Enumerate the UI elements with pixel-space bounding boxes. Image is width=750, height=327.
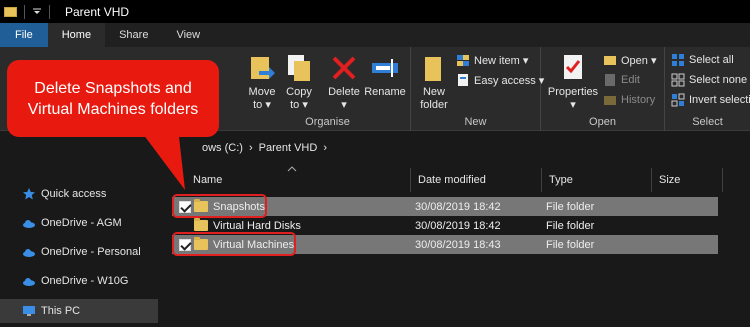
delete-label: Delete ▾ xyxy=(328,86,360,111)
highlight-box xyxy=(172,232,296,256)
properties-button[interactable]: Properties ▾ xyxy=(547,53,599,112)
breadcrumb-drive[interactable]: ows (C:) xyxy=(202,142,243,154)
select-all-label: Select all xyxy=(689,54,734,66)
move-to-icon xyxy=(247,53,277,83)
select-none-button[interactable]: Select none xyxy=(671,73,747,87)
file-list: Name Date modified Type Size Snapshots 3… xyxy=(160,162,750,327)
column-header-size[interactable]: Size xyxy=(652,168,723,192)
edit-icon xyxy=(603,73,617,87)
invert-selection-button[interactable]: Invert selection xyxy=(671,93,750,107)
new-group: New folder New item ▾ Easy access ▾ New xyxy=(411,47,544,131)
invert-selection-icon xyxy=(671,93,685,107)
nav-item-onedrive-w10g[interactable]: OneDrive - W10G xyxy=(0,269,158,293)
copy-to-label: Copy to ▾ xyxy=(286,86,312,111)
cloud-icon xyxy=(22,275,36,287)
nav-item-this-pc[interactable]: This PC xyxy=(0,299,158,323)
breadcrumb-folder[interactable]: Parent VHD xyxy=(259,142,318,154)
select-none-icon xyxy=(671,73,685,87)
open-group-label: Open xyxy=(589,116,616,128)
easy-access-button[interactable]: Easy access ▾ xyxy=(456,73,544,87)
open-icon xyxy=(603,53,617,67)
delete-button[interactable]: Delete ▾ xyxy=(326,53,362,112)
address-bar[interactable]: ows (C:) › Parent VHD › xyxy=(160,134,750,162)
edit-label: Edit xyxy=(621,74,640,86)
open-button[interactable]: Open ▾ xyxy=(603,53,657,67)
new-item-label: New item ▾ xyxy=(474,54,529,67)
nav-item-label: OneDrive - Personal xyxy=(41,246,141,258)
new-item-icon xyxy=(456,53,470,67)
organise-group-label: Organise xyxy=(305,116,350,128)
nav-item-onedrive-personal[interactable]: OneDrive - Personal xyxy=(0,240,158,264)
file-date: 30/08/2019 18:42 xyxy=(415,200,501,213)
rename-button[interactable]: Rename xyxy=(364,53,406,99)
new-group-label: New xyxy=(464,116,487,128)
copy-to-icon xyxy=(284,53,314,83)
new-folder-icon xyxy=(419,53,449,83)
new-item-button[interactable]: New item ▾ xyxy=(456,53,528,67)
easy-access-label: Easy access ▾ xyxy=(474,74,545,87)
select-all-icon xyxy=(671,53,685,67)
column-header-date[interactable]: Date modified xyxy=(411,168,542,192)
move-to-button[interactable]: Move to ▾ xyxy=(245,53,279,112)
move-to-label: Move to ▾ xyxy=(248,86,276,111)
file-name: Virtual Hard Disks xyxy=(213,219,301,232)
nav-item-label: OneDrive - AGM xyxy=(41,217,122,229)
nav-item-label: OneDrive - W10G xyxy=(41,275,129,287)
open-label: Open ▾ xyxy=(621,54,657,67)
history-label: History xyxy=(621,94,656,106)
file-type: File folder xyxy=(546,200,595,213)
column-header-name[interactable]: Name xyxy=(186,168,411,192)
delete-icon xyxy=(329,53,359,83)
history-button[interactable]: History xyxy=(603,93,655,107)
properties-label: Properties ▾ xyxy=(547,86,599,111)
folder-icon xyxy=(194,218,208,231)
computer-icon xyxy=(22,305,36,317)
select-group: Select all Select none Invert selection … xyxy=(665,47,750,131)
callout: Delete Snapshots and Virtual Machines fo… xyxy=(7,60,219,137)
nav-item-label: This PC xyxy=(41,305,81,317)
column-header-type[interactable]: Type xyxy=(542,168,652,192)
cloud-icon xyxy=(22,246,36,258)
easy-access-icon xyxy=(456,73,470,87)
history-icon xyxy=(603,93,617,107)
file-type: File folder xyxy=(546,238,595,251)
copy-to-button[interactable]: Copy to ▾ xyxy=(283,53,315,112)
select-none-label: Select none xyxy=(689,74,748,86)
new-folder-label: New folder xyxy=(420,86,448,111)
open-group: Properties ▾ Open ▾ Edit History Open xyxy=(541,47,665,131)
invert-selection-label: Invert selection xyxy=(689,94,750,106)
breadcrumb-separator[interactable]: › xyxy=(249,142,253,154)
edit-button[interactable]: Edit xyxy=(603,73,640,87)
nav-item-onedrive-agm[interactable]: OneDrive - AGM xyxy=(0,211,158,235)
rename-label: Rename xyxy=(364,86,406,98)
select-all-button[interactable]: Select all xyxy=(671,53,734,67)
properties-icon xyxy=(558,53,588,83)
select-group-label: Select xyxy=(692,116,723,128)
new-folder-button[interactable]: New folder xyxy=(417,53,451,112)
file-date: 30/08/2019 18:42 xyxy=(415,219,501,232)
rename-icon xyxy=(370,53,400,83)
file-type: File folder xyxy=(546,219,595,232)
cloud-icon xyxy=(22,217,36,229)
file-date: 30/08/2019 18:43 xyxy=(415,238,501,251)
breadcrumb-separator[interactable]: › xyxy=(323,142,327,154)
